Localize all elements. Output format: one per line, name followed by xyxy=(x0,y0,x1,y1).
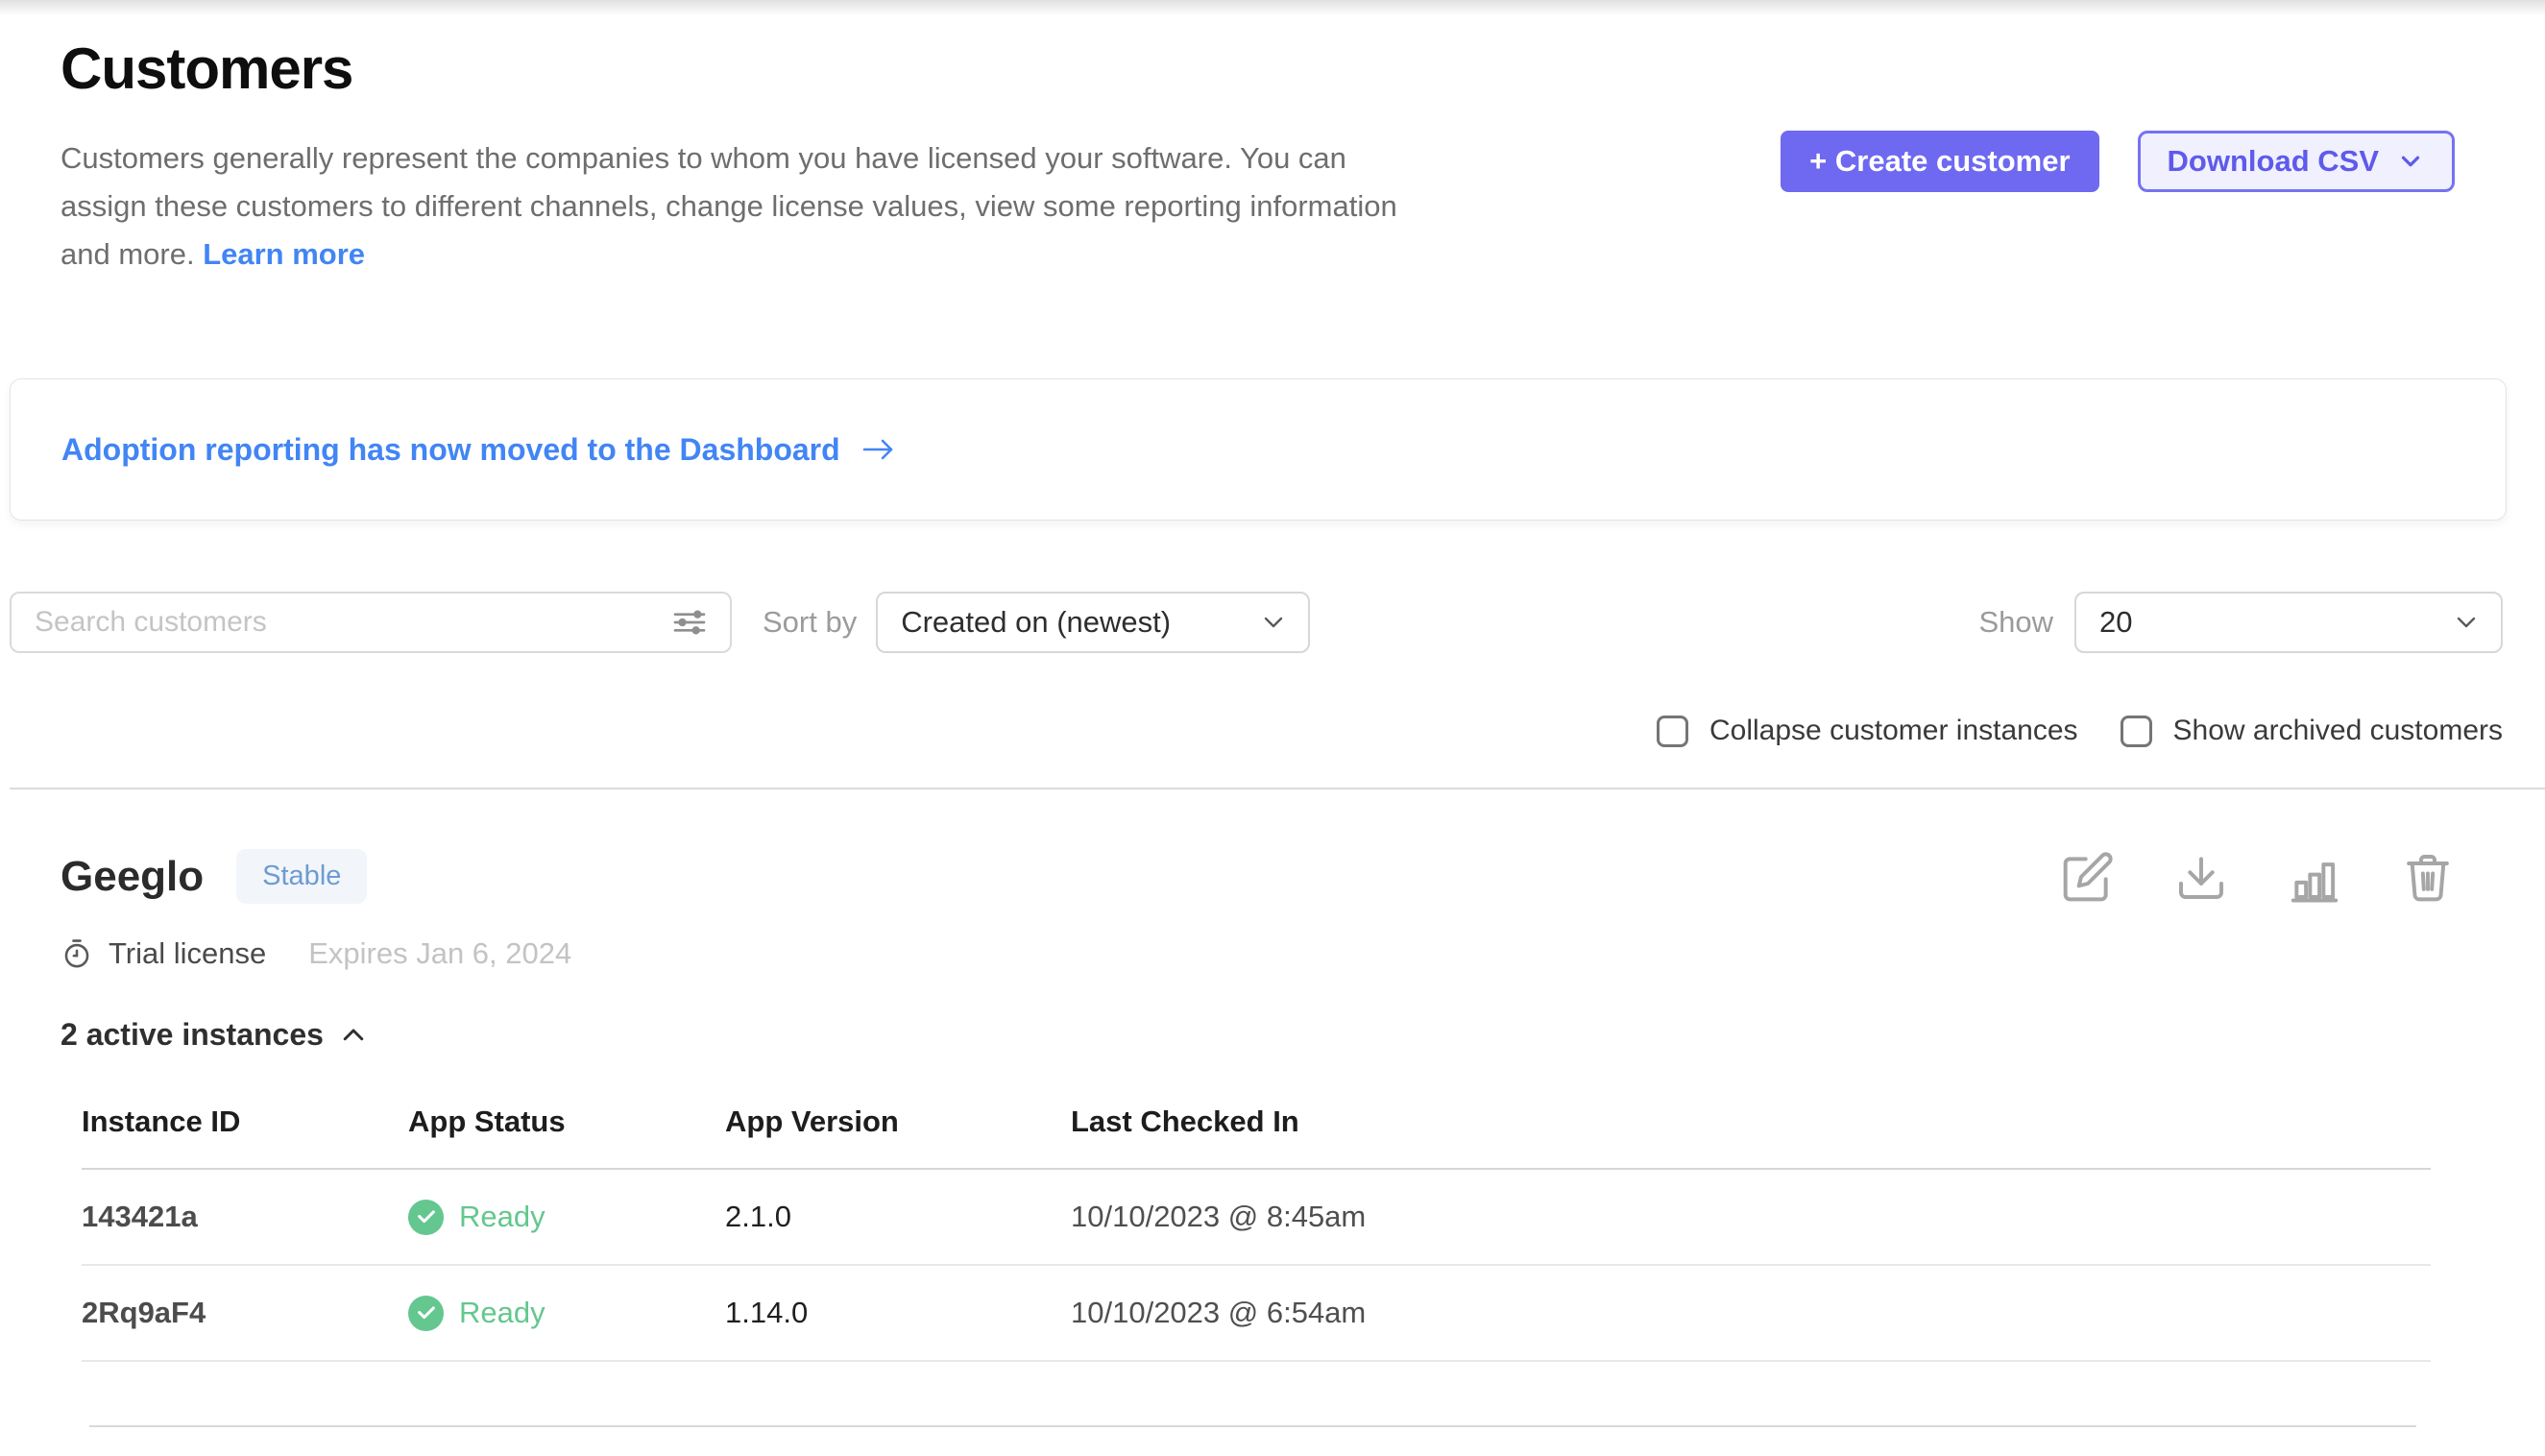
app-version-cell: 1.14.0 xyxy=(725,1265,1071,1361)
table-row[interactable]: 2Rq9aF4 Ready 1.14.0 10/10/2023 @ 6:54am xyxy=(82,1265,2431,1361)
sort-select-value: Created on (newest) xyxy=(901,605,1171,640)
description-line-text: and more. xyxy=(61,237,195,271)
download-icon xyxy=(2174,850,2228,904)
show-select-value: 20 xyxy=(2099,605,2132,640)
description-line: Customers generally represent the compan… xyxy=(61,134,1781,182)
list-options: Collapse customer instances Show archive… xyxy=(0,715,2503,747)
collapse-instances-option: Collapse customer instances xyxy=(1657,715,2078,747)
customer-card: Geeglo Stable Trial license Expires Jan … xyxy=(0,789,2545,1427)
customer-card-header: Geeglo Stable xyxy=(61,849,2455,904)
status-badge: Ready xyxy=(408,1296,725,1331)
instances-toggle-label: 2 active instances xyxy=(61,1017,324,1053)
description-line: assign these customers to different chan… xyxy=(61,182,1781,231)
show-archived-option: Show archived customers xyxy=(2121,715,2503,747)
bar-chart-icon xyxy=(2288,850,2341,904)
customer-reporting-button[interactable] xyxy=(2288,850,2341,904)
page-header: Customers Customers generally represent … xyxy=(0,0,2545,279)
instance-id-cell: 143421a xyxy=(82,1169,408,1265)
channel-badge: Stable xyxy=(236,849,367,904)
search-box xyxy=(10,592,732,653)
app-status-cell: Ready xyxy=(408,1169,725,1265)
license-type: Trial license xyxy=(109,936,266,971)
page-title: Customers xyxy=(61,38,1781,100)
search-input[interactable] xyxy=(33,605,670,640)
learn-more-link[interactable]: Learn more xyxy=(203,237,365,271)
download-csv-label: Download CSV xyxy=(2168,144,2379,179)
chevron-down-icon xyxy=(1258,607,1289,638)
check-circle-icon xyxy=(408,1296,444,1331)
chevron-down-icon xyxy=(2451,607,2482,638)
create-customer-button[interactable]: + Create customer xyxy=(1781,131,2098,192)
adoption-reporting-link[interactable]: Adoption reporting has now moved to the … xyxy=(61,432,898,468)
column-header-app-version: App Version xyxy=(725,1104,1071,1169)
customer-name[interactable]: Geeglo xyxy=(61,853,204,901)
show-archived-label: Show archived customers xyxy=(2173,715,2503,747)
list-controls: Sort by Created on (newest) Show 20 xyxy=(10,592,2503,653)
page-description: Customers generally represent the compan… xyxy=(61,134,1781,279)
show-label: Show xyxy=(1978,605,2053,640)
download-csv-button[interactable]: Download CSV xyxy=(2138,131,2455,192)
arrow-right-icon xyxy=(860,433,898,466)
column-header-last-checked-in: Last Checked In xyxy=(1071,1104,2431,1169)
collapse-instances-label: Collapse customer instances xyxy=(1709,715,2078,747)
instances-table: Instance ID App Status App Version Last … xyxy=(82,1104,2431,1362)
app-status-cell: Ready xyxy=(408,1265,725,1361)
instances-table-header-row: Instance ID App Status App Version Last … xyxy=(82,1104,2431,1169)
instances-toggle[interactable]: 2 active instances xyxy=(61,1017,368,1053)
chevron-up-icon xyxy=(339,1021,368,1050)
license-expiry: Expires Jan 6, 2024 xyxy=(308,936,571,971)
edit-icon xyxy=(2061,850,2115,904)
header-actions: + Create customer Download CSV xyxy=(1781,131,2455,279)
collapse-instances-checkbox[interactable] xyxy=(1657,716,1688,747)
trash-icon xyxy=(2401,850,2455,904)
instance-id-cell: 2Rq9aF4 xyxy=(82,1265,408,1361)
status-label: Ready xyxy=(459,1296,545,1330)
sort-select[interactable]: Created on (newest) xyxy=(876,592,1310,653)
license-info-row: Trial license Expires Jan 6, 2024 xyxy=(61,936,2455,971)
check-circle-icon xyxy=(408,1200,444,1235)
adoption-reporting-text: Adoption reporting has now moved to the … xyxy=(61,432,840,468)
last-checked-in-cell: 10/10/2023 @ 8:45am xyxy=(1071,1169,2431,1265)
header-text-block: Customers Customers generally represent … xyxy=(61,38,1781,279)
customer-actions xyxy=(2061,850,2455,904)
show-per-page-select[interactable]: 20 xyxy=(2074,592,2503,653)
column-header-app-status: App Status xyxy=(408,1104,725,1169)
download-license-button[interactable] xyxy=(2174,850,2228,904)
description-line: and more. Learn more xyxy=(61,231,1781,279)
chevron-down-icon xyxy=(2396,147,2425,176)
status-label: Ready xyxy=(459,1200,545,1234)
sliders-icon[interactable] xyxy=(670,603,709,642)
edit-customer-button[interactable] xyxy=(2061,850,2115,904)
status-badge: Ready xyxy=(408,1200,725,1235)
sort-by-label: Sort by xyxy=(763,605,857,640)
last-checked-in-cell: 10/10/2023 @ 6:54am xyxy=(1071,1265,2431,1361)
show-archived-checkbox[interactable] xyxy=(2121,716,2152,747)
stopwatch-icon xyxy=(61,937,93,970)
app-version-cell: 2.1.0 xyxy=(725,1169,1071,1265)
table-row[interactable]: 143421a Ready 2.1.0 10/10/2023 @ 8:45am xyxy=(82,1169,2431,1265)
adoption-reporting-banner: Adoption reporting has now moved to the … xyxy=(10,378,2507,521)
delete-customer-button[interactable] xyxy=(2401,850,2455,904)
customer-card-divider xyxy=(89,1425,2416,1427)
column-header-instance-id: Instance ID xyxy=(82,1104,408,1169)
